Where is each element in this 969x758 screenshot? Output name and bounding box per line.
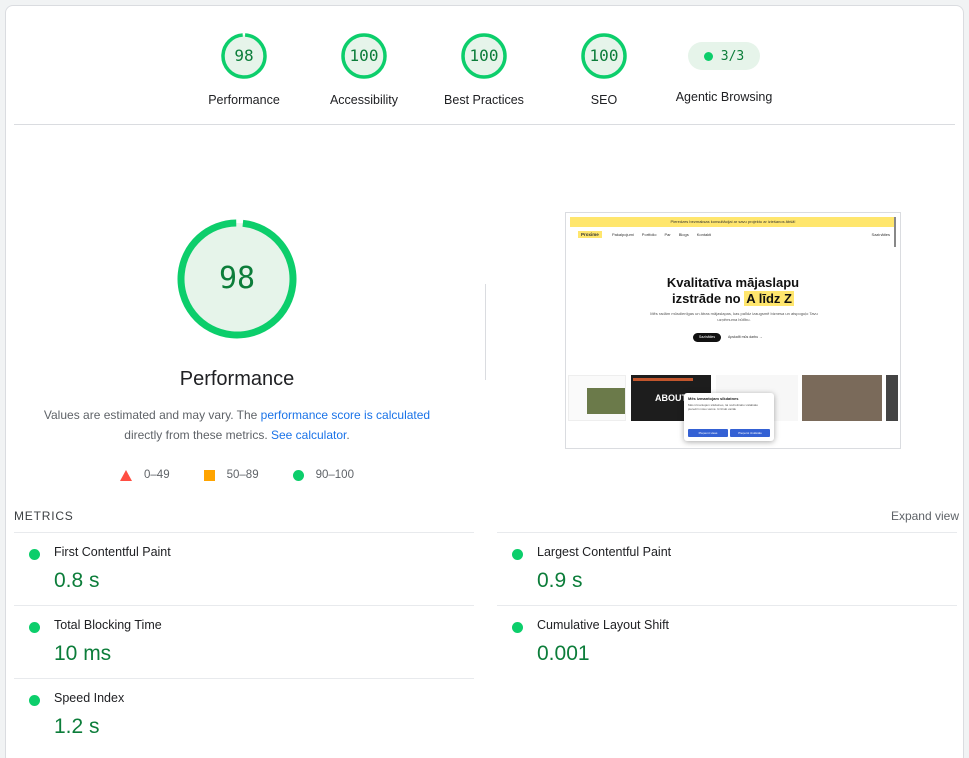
- legend-label: 0–49: [144, 469, 170, 481]
- pass-dot-icon: [29, 622, 40, 633]
- square-icon: [203, 469, 215, 481]
- legend-label: 90–100: [315, 469, 354, 481]
- thumb-card-bar: [633, 378, 693, 381]
- circle-icon: [292, 469, 304, 481]
- thumb-nav-link: Blogs: [678, 232, 689, 237]
- thumb-scrollbar: [894, 217, 896, 247]
- gauge-seo[interactable]: 100 SEO: [549, 32, 659, 107]
- thumb-card: [886, 375, 898, 421]
- legend-label: 50–89: [226, 469, 259, 481]
- thumb-subtext: Mēs radām mūsdienīgas un ātras mājaslapa…: [650, 311, 818, 322]
- thumb-primary-button: Sazināties: [693, 333, 721, 342]
- pass-dot-icon: [512, 622, 523, 633]
- score-legend: 0–49 50–89 90–100: [6, 469, 468, 481]
- metric-speed-index: Speed Index 1.2 s: [14, 678, 474, 751]
- report-frame: 98 Performance 100 Accessibility 100 Bes…: [5, 5, 964, 758]
- performance-score: 98: [218, 261, 256, 296]
- metric-largest-contentful-paint: Largest Contentful Paint 0.9 s: [497, 532, 957, 605]
- gauge-score: 100: [589, 46, 619, 65]
- metric-name: Total Blocking Time: [54, 618, 162, 632]
- expand-view-toggle[interactable]: Expand view: [891, 509, 959, 523]
- metrics-header: METRICS Expand view: [14, 509, 959, 531]
- thumb-card: [568, 375, 626, 421]
- metric-total-blocking-time: Total Blocking Time 10 ms: [14, 605, 474, 678]
- gauge-ring: 100: [580, 32, 628, 80]
- legend-average: 50–89: [203, 469, 259, 481]
- desc-text: directly from these metrics.: [124, 428, 271, 442]
- gauge-label: Accessibility: [329, 93, 399, 107]
- vertical-divider: [485, 284, 486, 380]
- desc-text: Values are estimated and may vary. The: [43, 408, 261, 422]
- metric-name: Largest Contentful Paint: [537, 545, 672, 559]
- thumb-secondary-button: Apskatīt mūs darbu →: [728, 335, 763, 339]
- gauge-performance[interactable]: 98 Performance: [189, 32, 299, 107]
- desc-text: .: [346, 428, 350, 442]
- thumb-headline: izstrāde no A līdz Z: [566, 291, 900, 306]
- metric-name: First Contentful Paint: [54, 545, 171, 559]
- metric-value: 1.2 s: [54, 715, 100, 738]
- gauge-label: Best Practices: [444, 93, 524, 107]
- pass-dot-icon: [703, 51, 713, 61]
- triangle-icon: [120, 469, 133, 481]
- metric-value: 10 ms: [54, 642, 112, 665]
- legend-fail: 0–49: [120, 469, 170, 481]
- thumb-cookie-text: Mēs izmantojam sīkdatnes, lai nodrošināt…: [688, 403, 759, 411]
- thumb-cookie-accept: Pieņemt visas: [688, 429, 728, 437]
- gauge-label: Agentic Browsing: [675, 90, 773, 104]
- thumb-nav-link: Par: [664, 232, 671, 237]
- thumb-banner: Pieredzes bezmaksas konsultācijai ar sav…: [570, 217, 896, 227]
- thumb-headline-text: izstrāde no: [672, 291, 741, 306]
- gauge-score: 100: [349, 46, 379, 65]
- thumb-nav-links: Pakalpojumi Portfolio Par Blogs Kontakti: [612, 232, 711, 237]
- thumb-cookie-title: Mēs izmantojam sīkdatnes: [688, 396, 739, 401]
- divider: [14, 124, 955, 125]
- metric-value: 0.9 s: [537, 569, 583, 592]
- score-gauges: 98 Performance 100 Accessibility 100 Bes…: [6, 6, 963, 124]
- metric-cumulative-layout-shift: Cumulative Layout Shift 0.001: [497, 605, 957, 678]
- gauge-label: SEO: [590, 93, 618, 107]
- metric-first-contentful-paint: First Contentful Paint 0.8 s: [14, 532, 474, 605]
- thumb-nav-link: Portfolio: [641, 232, 657, 237]
- thumb-nav-link: Pakalpojumi: [612, 232, 634, 237]
- gauge-best-practices[interactable]: 100 Best Practices: [429, 32, 539, 107]
- agentic-value: 3/3: [720, 48, 745, 64]
- thumb-nav: Proxime Pakalpojumi Portfolio Par Blogs …: [578, 231, 894, 241]
- gauge-score: 100: [469, 46, 499, 65]
- thumb-logo: Proxime: [578, 231, 602, 238]
- pass-dot-icon: [29, 695, 40, 706]
- agentic-pill: 3/3: [688, 42, 760, 70]
- performance-summary: 98 Performance Values are estimated and …: [6, 218, 468, 445]
- thumb-headline-highlight: A līdz Z: [744, 291, 794, 306]
- thumb-nav-right: Sazināties: [871, 232, 890, 237]
- thumb-card: [802, 375, 882, 421]
- pass-dot-icon: [29, 549, 40, 560]
- gauge-agentic-browsing[interactable]: 3/3 Agentic Browsing: [669, 32, 779, 104]
- performance-description: Values are estimated and may vary. The p…: [37, 405, 437, 445]
- performance-title: Performance: [179, 368, 295, 390]
- metric-name: Speed Index: [54, 691, 125, 705]
- metric-value: 0.001: [537, 642, 590, 665]
- thumb-headline: Kvalitatīva mājaslapu: [666, 275, 800, 290]
- gauge-ring: 100: [340, 32, 388, 80]
- gauge-accessibility[interactable]: 100 Accessibility: [309, 32, 419, 107]
- metrics-heading: METRICS: [14, 509, 74, 523]
- legend-pass: 90–100: [292, 469, 354, 481]
- pass-dot-icon: [512, 549, 523, 560]
- see-calculator-link[interactable]: See calculator: [271, 428, 346, 442]
- gauge-ring: 98: [220, 32, 268, 80]
- thumb-cookie-reject: Pieņemt izvēlētās: [730, 429, 770, 437]
- thumb-nav-link: Kontakti: [696, 232, 712, 237]
- final-screenshot[interactable]: Pieredzes bezmaksas konsultācijai ar sav…: [565, 212, 901, 449]
- score-calculated-link[interactable]: performance score is calculated: [261, 408, 430, 422]
- thumb-card-title: ABOUT: [655, 393, 687, 403]
- performance-gauge: 98: [176, 218, 298, 340]
- gauge-ring: 100: [460, 32, 508, 80]
- metric-name: Cumulative Layout Shift: [537, 618, 670, 632]
- thumb-card-image: [587, 388, 625, 414]
- thumb-cookie-dialog: Mēs izmantojam sīkdatnes Mēs izmantojam …: [684, 393, 774, 441]
- gauge-score: 98: [234, 46, 254, 65]
- metric-value: 0.8 s: [54, 569, 100, 592]
- gauge-label: Performance: [208, 93, 280, 107]
